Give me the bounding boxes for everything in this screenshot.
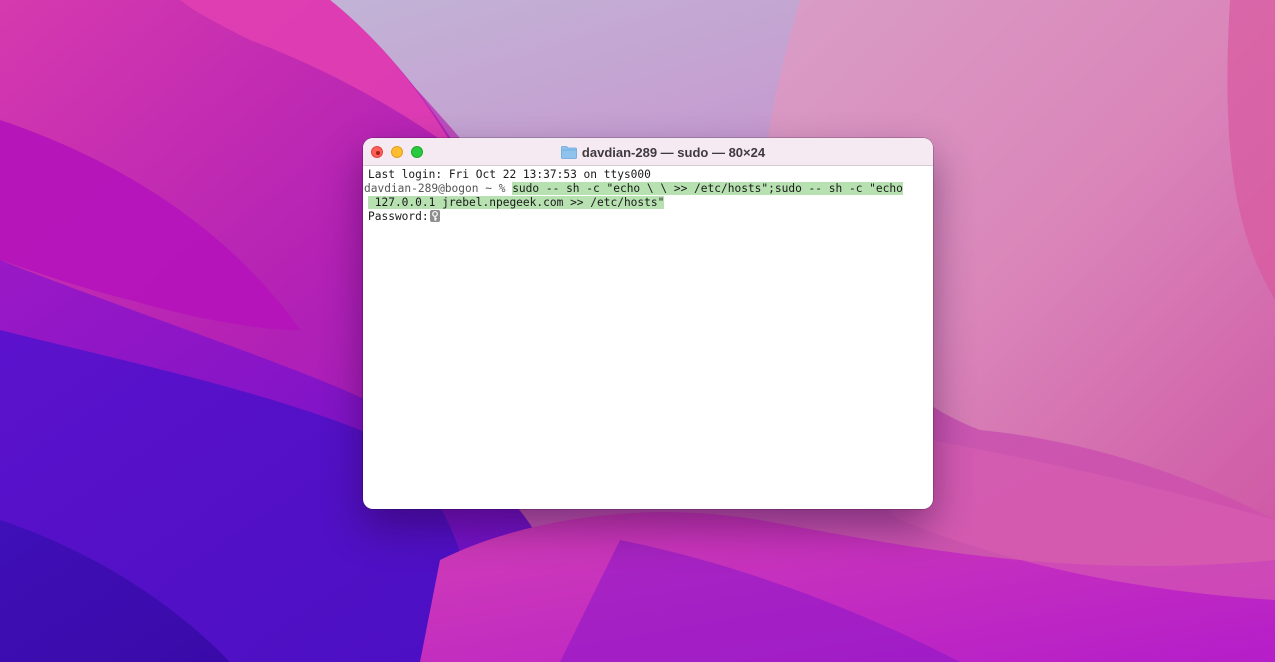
window-title: davdian-289 — sudo — 80×24	[581, 144, 766, 160]
window-title-group: davdian-289 — sudo — 80×24	[363, 138, 933, 166]
command-text-part2: 127.0.0.1 jrebel.npegeek.com >> /etc/hos…	[368, 196, 665, 209]
password-prompt: Password:	[368, 210, 429, 223]
folder-icon	[561, 145, 577, 159]
terminal-content[interactable]: Last login: Fri Oct 22 13:37:53 on ttys0…	[363, 167, 933, 509]
last-login-line: Last login: Fri Oct 22 13:37:53 on ttys0…	[368, 168, 651, 181]
command-prompt-line: davdian-289@bogon ~ % sudo -- sh -c "ech…	[364, 182, 903, 196]
key-icon	[429, 210, 440, 222]
password-line[interactable]: Password:	[368, 210, 440, 224]
command-text-part1: sudo -- sh -c "echo \ \ >> /etc/hosts";s…	[512, 182, 903, 195]
command-continuation-line: 127.0.0.1 jrebel.npegeek.com >> /etc/hos…	[368, 196, 665, 210]
terminal-window[interactable]: davdian-289 — sudo — 80×24 Last login: F…	[363, 138, 933, 509]
close-window-button[interactable]	[371, 146, 383, 158]
maximize-window-button[interactable]	[411, 146, 423, 158]
window-titlebar[interactable]: davdian-289 — sudo — 80×24	[363, 138, 933, 166]
prompt-text: davdian-289@bogon ~ %	[364, 182, 513, 195]
minimize-window-button[interactable]	[391, 146, 403, 158]
